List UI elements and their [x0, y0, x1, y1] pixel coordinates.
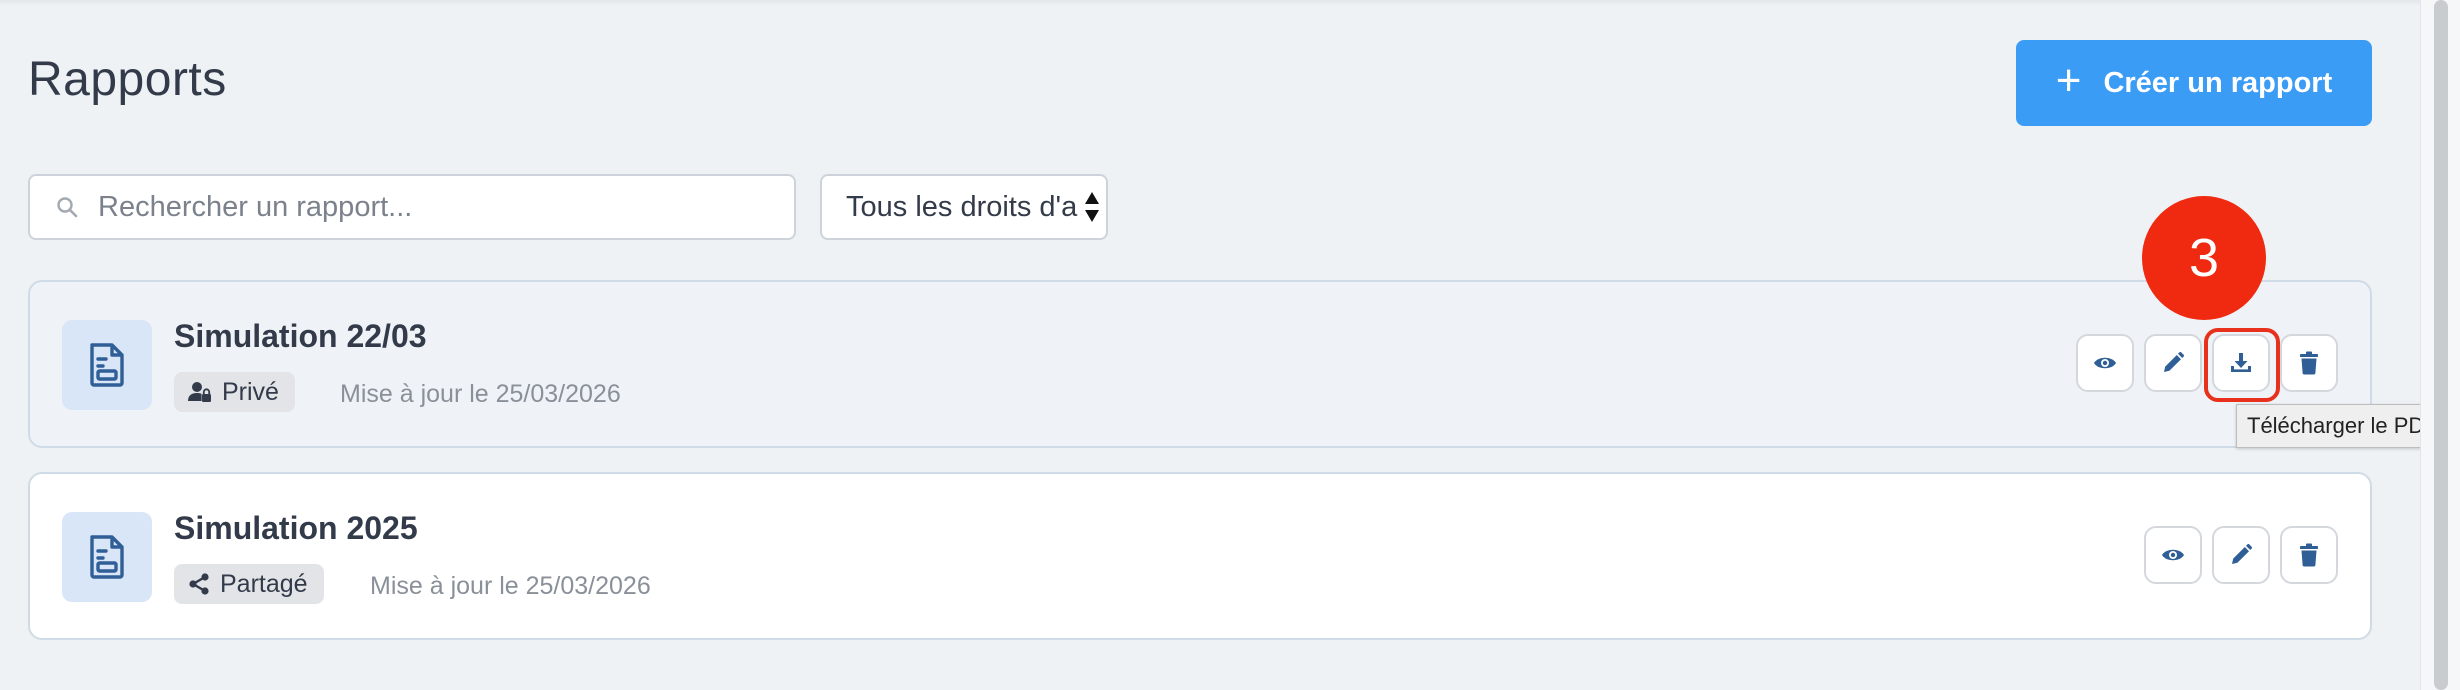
report-title[interactable]: Simulation 22/03 [174, 318, 427, 355]
trash-icon [2300, 543, 2318, 567]
edit-button[interactable] [2144, 334, 2202, 392]
page-title: Rapports [28, 53, 227, 106]
download-pdf-button[interactable] [2212, 334, 2270, 392]
report-icon-box [62, 512, 152, 602]
scrollbar-thumb[interactable] [2434, 0, 2448, 690]
create-report-button[interactable]: + Créer un rapport [2016, 40, 2372, 126]
search-box[interactable] [28, 174, 796, 240]
search-icon [57, 197, 78, 218]
delete-button[interactable] [2280, 334, 2338, 392]
header-shadow [0, 0, 2420, 6]
trash-icon [2300, 351, 2318, 375]
visibility-badge: Privé [174, 372, 295, 412]
view-button[interactable] [2144, 526, 2202, 584]
report-card[interactable]: Simulation 2025 Partagé Mise à jour le 2… [28, 472, 2372, 640]
report-title[interactable]: Simulation 2025 [174, 510, 418, 547]
visibility-badge: Partagé [174, 564, 324, 604]
create-report-label: Créer un rapport [2103, 66, 2333, 99]
select-arrows-icon [1084, 190, 1100, 224]
eye-icon [2162, 549, 2184, 561]
reports-page: Rapports + Créer un rapport Tous les dro… [0, 0, 2460, 690]
share-icon [189, 573, 209, 595]
pencil-icon [2164, 352, 2184, 372]
report-icon-box [62, 320, 152, 410]
visibility-badge-label: Privé [222, 377, 279, 406]
plus-icon: + [2055, 56, 2082, 105]
updated-date: Mise à jour le 25/03/2026 [370, 572, 651, 600]
document-icon [90, 343, 124, 387]
document-icon [90, 535, 124, 579]
download-icon [2231, 353, 2251, 372]
search-input[interactable] [98, 190, 758, 224]
pencil-icon [2232, 544, 2252, 564]
visibility-badge-label: Partagé [220, 569, 308, 598]
rights-filter-select[interactable]: Tous les droits d'a [820, 174, 1108, 240]
delete-button[interactable] [2280, 526, 2338, 584]
eye-icon [2094, 357, 2116, 369]
view-button[interactable] [2076, 334, 2134, 392]
step-number-badge: 3 [2142, 196, 2266, 320]
rights-filter-value: Tous les droits d'a [846, 190, 1078, 223]
vertical-scrollbar[interactable] [2420, 0, 2460, 690]
user-lock-icon [188, 382, 211, 402]
updated-date: Mise à jour le 25/03/2026 [340, 380, 621, 408]
report-card[interactable]: Simulation 22/03 Privé Mise à jour le 25… [28, 280, 2372, 448]
edit-button[interactable] [2212, 526, 2270, 584]
